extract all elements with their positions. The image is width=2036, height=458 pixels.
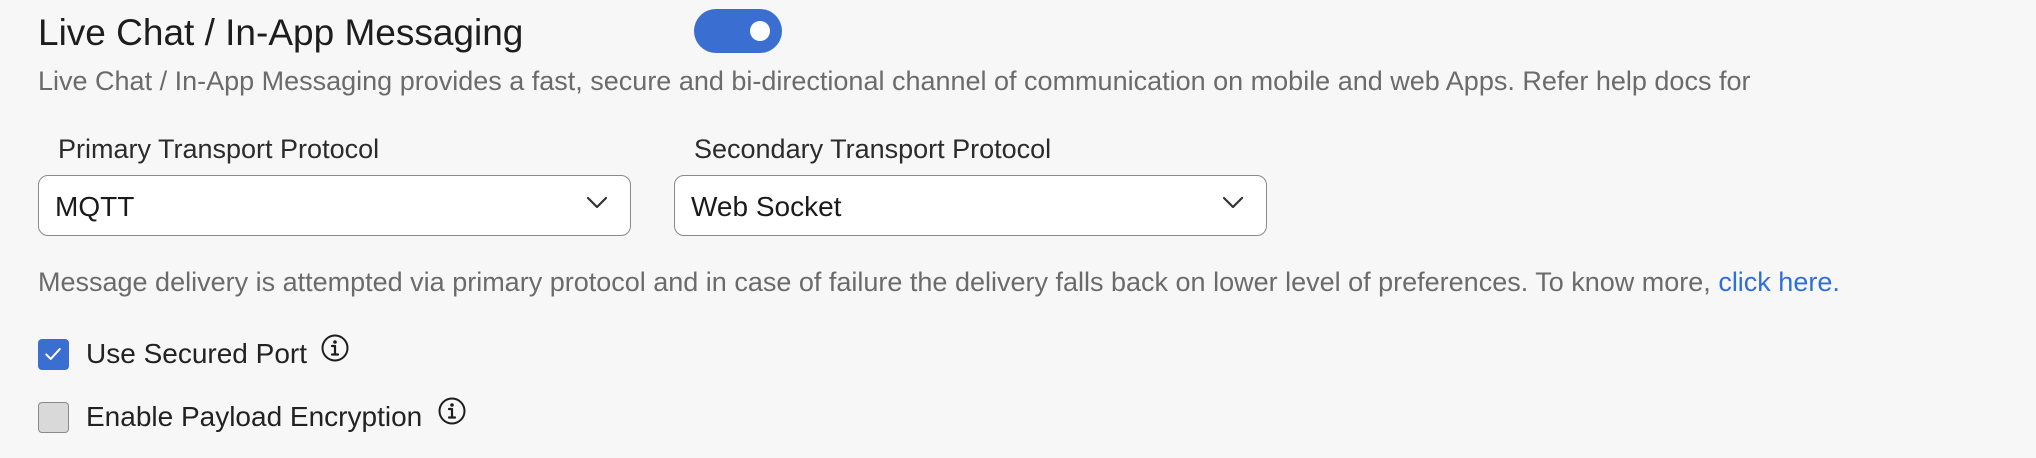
primary-protocol-select[interactable]: MQTT [38, 175, 631, 236]
info-icon[interactable] [320, 333, 350, 363]
chevron-down-icon [586, 196, 608, 209]
secondary-protocol-label: Secondary Transport Protocol [694, 134, 1052, 164]
enable-payload-encryption-label: Enable Payload Encryption [86, 401, 423, 432]
secondary-protocol-select[interactable]: Web Socket [674, 175, 1267, 236]
use-secured-port-checkbox[interactable] [38, 339, 69, 370]
click-here-link[interactable]: click here. [1718, 267, 1840, 297]
toggle-knob [750, 21, 770, 41]
primary-protocol-value: MQTT [55, 191, 135, 222]
enable-payload-encryption-checkbox[interactable] [38, 402, 69, 433]
secondary-protocol-value: Web Socket [691, 191, 842, 222]
delivery-note: Message delivery is attempted via primar… [38, 267, 1840, 298]
section-description: Live Chat / In-App Messaging provides a … [38, 66, 1751, 96]
primary-protocol-label: Primary Transport Protocol [58, 134, 380, 164]
checkmark-icon [45, 348, 61, 360]
section-title: Live Chat / In-App Messaging [38, 12, 524, 53]
delivery-note-text: Message delivery is attempted via primar… [38, 267, 1719, 297]
info-icon[interactable] [437, 396, 467, 426]
use-secured-port-label: Use Secured Port [86, 338, 307, 369]
live-chat-toggle[interactable] [694, 9, 782, 53]
chevron-down-icon [1222, 196, 1244, 209]
